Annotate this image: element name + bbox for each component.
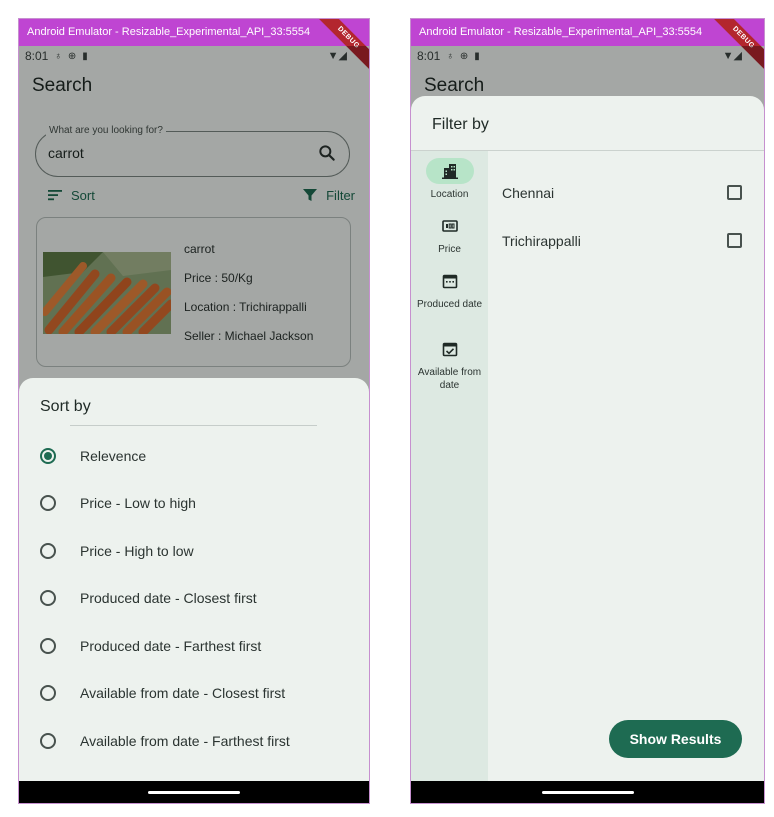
filter-navigation-rail: Location Price Produced date Available f… <box>411 151 488 783</box>
checkbox-unchecked-icon[interactable] <box>727 185 742 200</box>
rail-label: Location <box>430 189 469 200</box>
radio-unselected-icon[interactable] <box>40 638 56 654</box>
sort-option-label: Price - High to low <box>80 543 194 559</box>
filter-option-chennai[interactable]: Chennai <box>502 181 742 205</box>
filter-option-trichirappalli[interactable]: Trichirappalli <box>502 229 742 253</box>
rail-item-price[interactable]: Price <box>411 213 488 256</box>
sort-option-available-farthest[interactable]: Available from date - Farthest first <box>40 729 290 753</box>
sort-option-label: Produced date - Closest first <box>80 590 257 606</box>
rail-label: Produced date <box>416 299 483 310</box>
apartment-icon <box>441 164 458 179</box>
radio-selected-icon[interactable] <box>40 448 56 464</box>
sort-option-produced-closest[interactable]: Produced date - Closest first <box>40 586 257 610</box>
window-title: Android Emulator - Resizable_Experimenta… <box>411 19 764 46</box>
radio-unselected-icon[interactable] <box>40 543 56 559</box>
sort-option-label: Price - Low to high <box>80 495 196 511</box>
sort-bottom-sheet: Sort by Relevence Price - Low to high Pr… <box>19 378 369 783</box>
system-nav-bar <box>19 781 369 803</box>
sort-option-produced-farthest[interactable]: Produced date - Farthest first <box>40 634 261 658</box>
filter-bottom-sheet: Filter by Location Price Produced date A… <box>411 96 764 783</box>
rail-indicator <box>426 336 474 362</box>
rail-label: Available from date <box>417 367 482 391</box>
radio-unselected-icon[interactable] <box>40 685 56 701</box>
window-title: Android Emulator - Resizable_Experimenta… <box>19 19 369 46</box>
rail-label: Price <box>438 244 461 255</box>
filter-option-label: Chennai <box>502 185 555 201</box>
checkbox-unchecked-icon[interactable] <box>727 233 742 248</box>
rail-item-available-date[interactable]: Available from date <box>411 336 488 392</box>
rail-item-location[interactable]: Location <box>411 158 488 201</box>
home-gesture-handle[interactable] <box>148 791 240 794</box>
filter-option-label: Trichirappalli <box>502 233 581 249</box>
sort-option-label: Produced date - Farthest first <box>80 638 262 654</box>
price-tag-icon <box>441 220 458 232</box>
rail-indicator <box>426 213 474 239</box>
radio-unselected-icon[interactable] <box>40 495 56 511</box>
sort-option-label: Available from date - Farthest first <box>80 733 290 749</box>
radio-unselected-icon[interactable] <box>40 590 56 606</box>
show-results-button[interactable]: Show Results <box>609 720 742 758</box>
rail-indicator <box>426 268 474 294</box>
rail-item-produced-date[interactable]: Produced date <box>411 268 488 311</box>
rail-active-indicator <box>425 158 474 184</box>
calendar-check-icon <box>442 342 457 357</box>
sort-sheet-title: Sort by <box>40 398 91 415</box>
emulator-window-left: Android Emulator - Resizable_Experimenta… <box>18 18 370 804</box>
home-gesture-handle[interactable] <box>541 791 634 794</box>
sort-option-label: Relevence <box>80 448 147 464</box>
emulator-window-right: Android Emulator - Resizable_Experimenta… <box>410 18 765 804</box>
sort-option-price-high-low[interactable]: Price - High to low <box>40 539 194 563</box>
filter-sheet-title: Filter by <box>432 116 489 133</box>
sort-option-label: Available from date - Closest first <box>80 685 286 701</box>
sheet-divider <box>70 425 317 426</box>
sort-option-available-closest[interactable]: Available from date - Closest first <box>40 681 285 705</box>
sort-option-price-low-high[interactable]: Price - Low to high <box>40 491 196 515</box>
calendar-icon <box>442 274 457 289</box>
radio-unselected-icon[interactable] <box>40 733 56 749</box>
system-nav-bar <box>411 781 764 803</box>
sort-option-relevence[interactable]: Relevence <box>40 444 146 468</box>
